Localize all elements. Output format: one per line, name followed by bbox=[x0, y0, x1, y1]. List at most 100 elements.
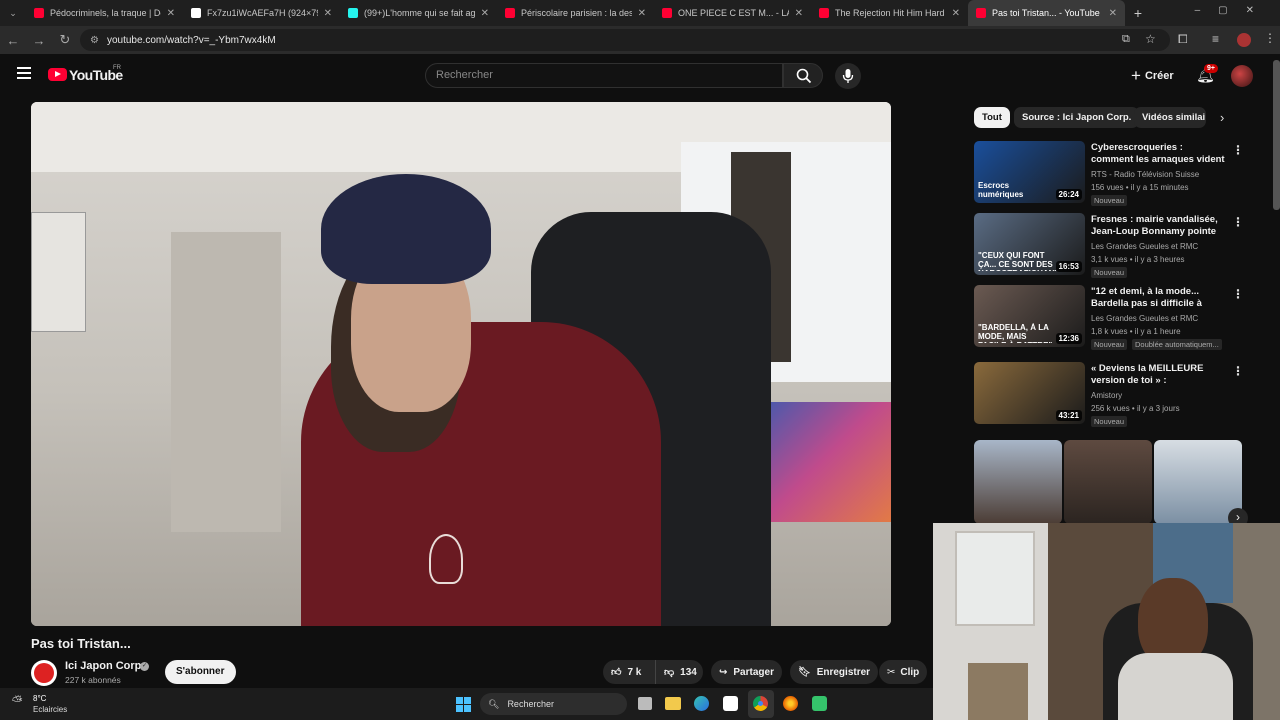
video-duration: 12:36 bbox=[1055, 333, 1082, 344]
reload-icon[interactable]: ↻ bbox=[52, 32, 78, 48]
address-bar[interactable]: ⚙ youtube.com/watch?v=_-Ybm7wx4kM bbox=[80, 29, 1170, 51]
recommended-video-title[interactable]: "12 et demi, à la mode... Bardella pas s… bbox=[1091, 286, 1225, 311]
more-options-icon[interactable]: ⋮ bbox=[1232, 215, 1244, 229]
tab-favicon-icon bbox=[348, 8, 358, 18]
youtube-logo-icon[interactable] bbox=[48, 68, 67, 81]
dislike-button[interactable]: 👎︎ 134 bbox=[655, 660, 703, 684]
short-thumbnail[interactable] bbox=[974, 440, 1062, 524]
chips-next-icon[interactable]: › bbox=[1220, 110, 1224, 125]
new-badge: Nouveau bbox=[1091, 267, 1128, 278]
create-button[interactable]: + Créer bbox=[1131, 66, 1174, 86]
thumbnail-caption: Escrocs numériques bbox=[978, 181, 1024, 199]
recommended-video[interactable]: "CEUX QUI FONT ÇA... CE SONT DES NARCOTR… bbox=[974, 213, 1244, 279]
task-view-icon[interactable] bbox=[638, 697, 652, 710]
browser-tab[interactable]: Pas toi Tristan... - YouTube ✕ bbox=[968, 0, 1125, 26]
hamburger-menu-icon[interactable] bbox=[17, 67, 31, 79]
clip-label: Clip bbox=[900, 666, 920, 678]
region-code: FR bbox=[113, 65, 121, 71]
more-options-icon[interactable]: ⋮ bbox=[1232, 287, 1244, 301]
clip-button[interactable]: ✂ Clip bbox=[879, 660, 928, 684]
account-avatar[interactable] bbox=[1231, 65, 1253, 87]
more-options-icon[interactable]: ⋮ bbox=[1232, 143, 1244, 157]
recommended-video-title[interactable]: Fresnes : mairie vandalisée, Jean-Loup B… bbox=[1091, 214, 1225, 239]
browser-tab[interactable]: Périscolaire parisien : la descen ✕ bbox=[497, 0, 654, 26]
install-app-icon[interactable]: ⧉ bbox=[1122, 33, 1130, 46]
recommended-video-meta: 156 vues • il y a 15 minutes bbox=[1091, 183, 1189, 192]
recommended-video-title[interactable]: « Deviens la MEILLEURE version de toi » … bbox=[1091, 363, 1225, 388]
tab-close-icon[interactable]: ✕ bbox=[167, 8, 175, 19]
recommended-video[interactable]: 43:21 « Deviens la MEILLEURE version de t… bbox=[974, 362, 1244, 428]
tab-title: Périscolaire parisien : la descen bbox=[521, 8, 632, 18]
recommended-video-title[interactable]: Cyberescroqueries : comment les arnaques… bbox=[1091, 142, 1225, 167]
recommended-video-meta: 1,8 k vues • il y a 1 heure bbox=[1091, 327, 1181, 336]
video-thumbnail[interactable]: "CEUX QUI FONT ÇA... CE SONT DES NARCOTR… bbox=[974, 213, 1085, 275]
browser-menu-icon[interactable]: ⋮ bbox=[1264, 31, 1276, 45]
tab-title: The Rejection Hit Him Hard 😳 bbox=[835, 7, 946, 18]
site-info-icon[interactable]: ⚙ bbox=[90, 35, 99, 46]
search-input[interactable]: Rechercher bbox=[425, 63, 783, 88]
tab-close-icon[interactable]: ✕ bbox=[481, 8, 489, 19]
recommended-channel-name[interactable]: Les Grandes Gueules et RMC bbox=[1091, 314, 1198, 323]
tab-close-icon[interactable]: ✕ bbox=[795, 8, 803, 19]
browser-tab[interactable]: The Rejection Hit Him Hard 😳 ✕ bbox=[811, 0, 968, 26]
channel-name[interactable]: Ici Japon Corp. bbox=[65, 660, 144, 672]
profile-avatar[interactable] bbox=[1237, 33, 1251, 47]
window-controls[interactable]: –▢✕ bbox=[1195, 5, 1272, 16]
media-controls-icon[interactable]: ≡ bbox=[1212, 32, 1219, 46]
bookmark-star-icon[interactable]: ☆ bbox=[1145, 32, 1156, 46]
video-thumbnail[interactable]: 43:21 bbox=[974, 362, 1085, 424]
browser-tab[interactable]: Fx7zu1iWcAEFa7H (924×790) ✕ bbox=[183, 0, 340, 26]
tab-close-icon[interactable]: ✕ bbox=[1109, 8, 1117, 19]
like-button[interactable]: 👍︎ 7 k bbox=[603, 660, 655, 684]
recommended-channel-name[interactable]: RTS - Radio Télévision Suisse bbox=[1091, 170, 1199, 179]
new-badge: Nouveau bbox=[1091, 195, 1128, 206]
voice-search-button[interactable] bbox=[835, 63, 861, 89]
browser-tab-strip: ⌄ Pédocriminels, la traque | Docu✕Fx7zu1… bbox=[0, 0, 1280, 26]
save-button[interactable]: 🔖︎ Enregistrer bbox=[790, 660, 879, 684]
doorway bbox=[171, 232, 281, 532]
recommended-channel-name[interactable]: Amistory bbox=[1091, 391, 1122, 400]
firefox-icon[interactable] bbox=[783, 696, 798, 711]
browser-tab[interactable]: Pédocriminels, la traque | Docu ✕ bbox=[26, 0, 183, 26]
recommended-video[interactable]: "BARDELLA, À LA MODE, MAIS FACILE À BATT… bbox=[974, 285, 1244, 351]
thumbnail-caption: "CEUX QUI FONT ÇA... CE SONT DES NARCOTR… bbox=[978, 251, 1056, 271]
webcam-window bbox=[955, 531, 1035, 626]
recommended-channel-name[interactable]: Les Grandes Gueules et RMC bbox=[1091, 242, 1198, 251]
tab-close-icon[interactable]: ✕ bbox=[952, 8, 960, 19]
forward-icon[interactable]: → bbox=[26, 33, 52, 48]
tab-close-icon[interactable]: ✕ bbox=[324, 8, 332, 19]
video-duration: 43:21 bbox=[1055, 410, 1082, 421]
taskbar-search-box[interactable]: 🔍︎ Rechercher bbox=[480, 693, 627, 715]
chip-all[interactable]: Tout bbox=[974, 107, 1010, 128]
weather-icon[interactable]: ⛅︎ bbox=[12, 693, 22, 709]
recommended-video[interactable]: Escrocs numériques 26:24 Cyberescroqueries… bbox=[974, 141, 1244, 207]
video-thumbnail[interactable]: "BARDELLA, À LA MODE, MAIS FACILE À BATT… bbox=[974, 285, 1085, 347]
channel-avatar[interactable] bbox=[31, 660, 57, 686]
subscribe-button[interactable]: S'abonner bbox=[165, 660, 236, 684]
new-tab-button[interactable]: + bbox=[1125, 5, 1151, 21]
browser-tab[interactable]: ONE PIECE C EST M... - LA COM ✕ bbox=[654, 0, 811, 26]
windows-start-icon[interactable] bbox=[456, 697, 471, 712]
chip-similar[interactable]: Vidéos similai bbox=[1134, 107, 1206, 128]
browser-tab[interactable]: (99+)L'homme qui se fait agres ✕ bbox=[340, 0, 497, 26]
chip-source[interactable]: Source : Ici Japon Corp. bbox=[1014, 107, 1140, 128]
tab-close-icon[interactable]: ✕ bbox=[638, 8, 646, 19]
page-scrollbar[interactable] bbox=[1273, 60, 1280, 210]
webcam-desk bbox=[968, 663, 1028, 720]
chrome-taskbar-item[interactable] bbox=[748, 690, 774, 718]
file-explorer-icon[interactable] bbox=[665, 697, 681, 710]
share-button[interactable]: ↪ Partager bbox=[711, 660, 782, 684]
back-icon[interactable]: ← bbox=[0, 33, 26, 48]
edge-icon[interactable] bbox=[694, 696, 709, 711]
app-icon[interactable] bbox=[812, 696, 827, 711]
video-thumbnail[interactable]: Escrocs numériques 26:24 bbox=[974, 141, 1085, 203]
video-player[interactable] bbox=[31, 102, 891, 626]
short-thumbnail[interactable] bbox=[1064, 440, 1152, 524]
extensions-icon[interactable]: ⧠ bbox=[1178, 32, 1188, 47]
tab-favicon-icon bbox=[819, 8, 829, 18]
thumbs-up-icon: 👍︎ bbox=[611, 667, 622, 678]
tab-search-icon[interactable]: ⌄ bbox=[0, 8, 26, 19]
store-icon[interactable] bbox=[723, 696, 738, 711]
search-button[interactable] bbox=[783, 63, 823, 88]
more-options-icon[interactable]: ⋮ bbox=[1232, 364, 1244, 378]
